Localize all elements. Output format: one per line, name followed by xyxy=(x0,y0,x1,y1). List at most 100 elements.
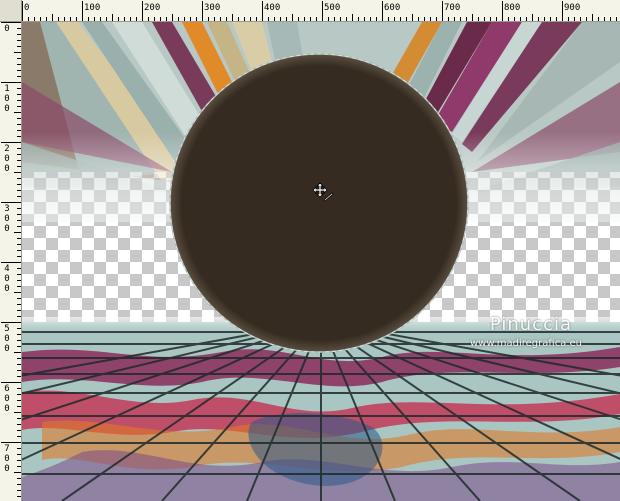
canvas-artwork xyxy=(22,22,620,501)
ruler-tick xyxy=(1,442,21,443)
ruler-tick xyxy=(274,17,275,21)
ruler-tick xyxy=(17,100,21,101)
ruler-tick xyxy=(460,17,461,21)
ruler-tick xyxy=(592,14,593,21)
ruler-tick xyxy=(17,478,21,479)
ruler-tick xyxy=(172,14,173,21)
ruler-tick xyxy=(17,376,21,377)
horizontal-ruler[interactable]: 0 100 200 300 400 500 600 700 800 900 xyxy=(0,0,620,22)
ruler-tick xyxy=(17,346,21,347)
ruler-tick xyxy=(406,17,407,21)
ruler-label: 500 xyxy=(324,3,341,13)
ruler-tick xyxy=(178,17,179,21)
ruler-tick xyxy=(17,166,21,167)
ruler-tick xyxy=(616,17,617,21)
ruler-tick xyxy=(88,17,89,21)
ruler-tick xyxy=(106,17,107,21)
ruler-tick xyxy=(17,196,21,197)
ruler-tick xyxy=(568,17,569,21)
ruler-tick xyxy=(394,17,395,21)
ruler-tick xyxy=(14,112,21,113)
ruler-tick xyxy=(17,34,21,35)
ruler-tick xyxy=(17,394,21,395)
ruler-tick xyxy=(286,17,287,21)
ruler-tick xyxy=(17,154,21,155)
ruler-tick xyxy=(17,268,21,269)
ruler-label: 600 xyxy=(4,384,10,414)
ruler-tick xyxy=(17,298,21,299)
ruler-tick xyxy=(376,17,377,21)
ruler-label: 0 xyxy=(24,3,30,13)
ruler-label: 500 xyxy=(4,324,10,354)
watermark-name: Pinuccia xyxy=(489,314,572,335)
ruler-label: 600 xyxy=(384,3,401,13)
ruler-tick xyxy=(526,17,527,21)
ruler-tick xyxy=(17,286,21,287)
ruler-tick xyxy=(17,364,21,365)
ruler-label: 400 xyxy=(4,264,10,294)
ruler-tick xyxy=(112,14,113,21)
ruler-tick xyxy=(17,490,21,491)
ruler-tick xyxy=(17,448,21,449)
ruler-tick xyxy=(418,17,419,21)
ruler-tick xyxy=(17,310,21,311)
ruler-tick xyxy=(184,17,185,21)
ruler-tick xyxy=(17,436,21,437)
ruler-tick xyxy=(514,17,515,21)
ruler-tick xyxy=(17,94,21,95)
ruler-tick xyxy=(316,17,317,21)
ruler-tick xyxy=(364,17,365,21)
ruler-tick xyxy=(250,17,251,21)
ruler-tick xyxy=(304,17,305,21)
ruler-tick xyxy=(346,17,347,21)
ruler-tick xyxy=(17,328,21,329)
ruler-tick xyxy=(232,14,233,21)
ruler-tick xyxy=(17,460,21,461)
ruler-tick xyxy=(340,17,341,21)
ruler-tick xyxy=(17,334,21,335)
ruler-tick xyxy=(17,40,21,41)
ruler-tick xyxy=(1,142,21,143)
ruler-tick xyxy=(352,14,353,21)
ruler-tick xyxy=(64,17,65,21)
watermark-url: www.madiregrafica.eu xyxy=(469,338,582,349)
ruler-label: 100 xyxy=(4,84,10,114)
ruler-label: 300 xyxy=(204,3,221,13)
ruler-label: 300 xyxy=(4,204,10,234)
ruler-tick xyxy=(388,17,389,21)
ruler-label: 700 xyxy=(444,3,461,13)
ruler-tick xyxy=(17,454,21,455)
ruler-tick xyxy=(208,17,209,21)
ruler-tick xyxy=(17,304,21,305)
ruler-tick xyxy=(17,316,21,317)
ruler-tick xyxy=(100,17,101,21)
image-canvas[interactable]: Pinuccia www.madiregrafica.eu xyxy=(22,22,620,501)
ruler-corner xyxy=(0,0,22,22)
ruler-tick xyxy=(94,17,95,21)
ruler-tick xyxy=(1,382,21,383)
ruler-tick xyxy=(268,17,269,21)
ruler-tick xyxy=(17,226,21,227)
ruler-tick xyxy=(496,17,497,21)
ruler-tick xyxy=(17,58,21,59)
ruler-tick xyxy=(610,17,611,21)
ruler-tick xyxy=(508,17,509,21)
ruler-tick xyxy=(598,17,599,21)
vertical-ruler[interactable]: 0 100 200 300 400 500 600 700 xyxy=(0,22,22,501)
ruler-tick xyxy=(448,17,449,21)
ruler-tick xyxy=(214,17,215,21)
ruler-tick xyxy=(580,17,581,21)
ruler-tick xyxy=(148,17,149,21)
ruler-tick xyxy=(17,274,21,275)
ruler-tick xyxy=(17,214,21,215)
ruler-tick xyxy=(17,190,21,191)
ruler-tick xyxy=(14,292,21,293)
ruler-tick xyxy=(436,17,437,21)
ruler-tick xyxy=(14,232,21,233)
ruler-tick xyxy=(586,17,587,21)
ruler-tick xyxy=(17,280,21,281)
ruler-tick xyxy=(328,17,329,21)
ruler-tick xyxy=(196,17,197,21)
ruler-tick xyxy=(1,202,21,203)
ruler-tick xyxy=(17,88,21,89)
